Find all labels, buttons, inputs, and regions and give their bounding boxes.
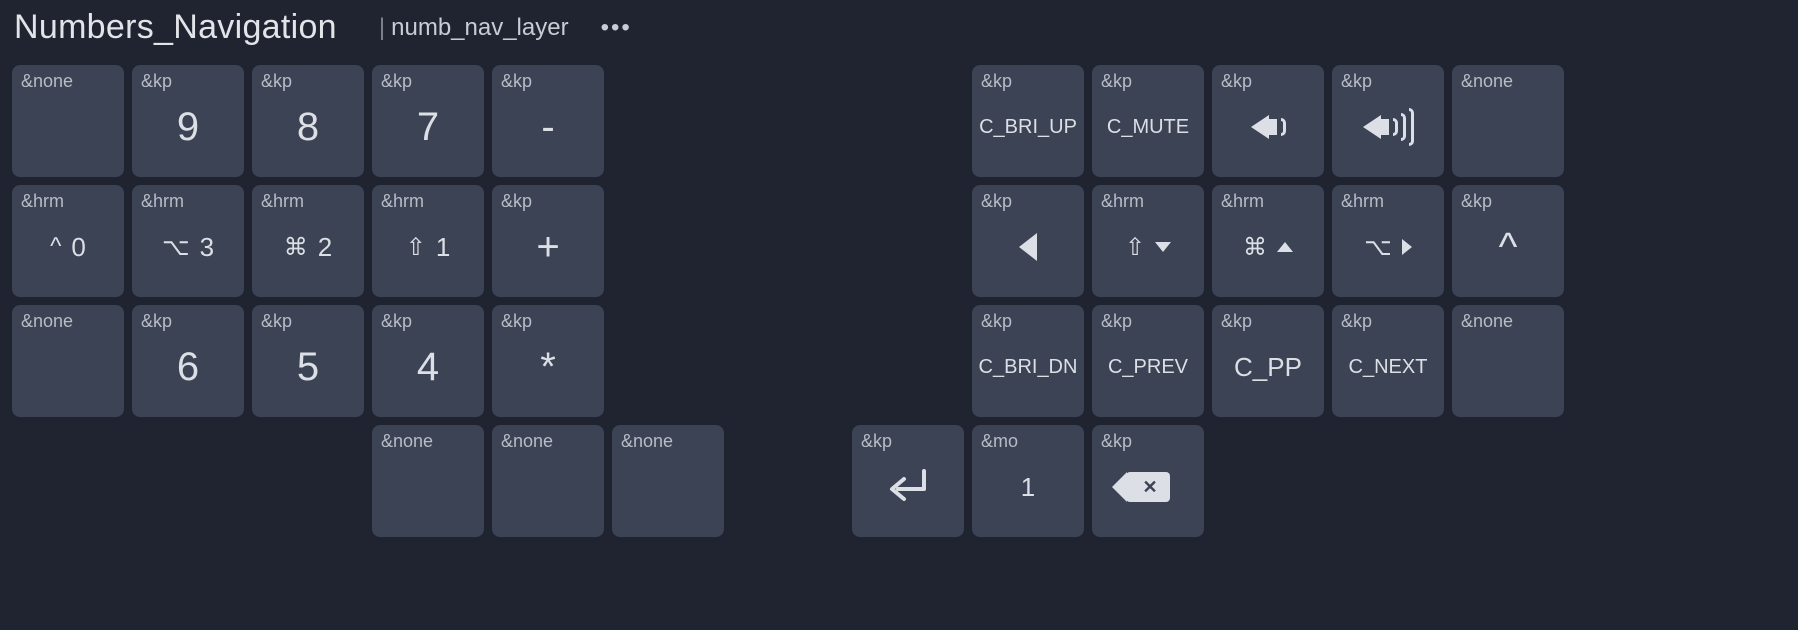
keymap-board: &none &kp 9 &kp 8 &kp 7 &kp - &kp C_BRI_… (12, 65, 1786, 605)
key[interactable]: &kp ✕ (1092, 425, 1204, 537)
key-param: 0 (71, 232, 85, 263)
key-label: 9 (177, 105, 199, 150)
key[interactable]: &kp (972, 185, 1084, 297)
modifier-symbol: ⌥ (1364, 233, 1392, 262)
key-label: C_PP (1234, 352, 1302, 383)
arrow-up-icon (1277, 242, 1293, 252)
key-label: 8 (297, 105, 319, 150)
key[interactable]: &kp - (492, 65, 604, 177)
key-param: 1 (436, 232, 450, 263)
arrow-right-icon (1402, 239, 1412, 255)
key[interactable]: &none (12, 305, 124, 417)
key[interactable]: &kp (1212, 65, 1324, 177)
arrow-down-icon (1155, 242, 1171, 252)
key-label: 7 (417, 105, 439, 150)
layer-identifier: |numb_nav_layer (379, 14, 569, 42)
key[interactable]: &kp C_PREV (1092, 305, 1204, 417)
key[interactable]: &kp ^ (1452, 185, 1564, 297)
modifier-symbol: ⌥ (162, 233, 190, 262)
key[interactable]: &kp C_BRI_UP (972, 65, 1084, 177)
key[interactable]: &none (372, 425, 484, 537)
volume-up-icon (1363, 108, 1414, 146)
key[interactable]: &kp 9 (132, 65, 244, 177)
key-label: ^ (1499, 225, 1518, 270)
key[interactable]: &kp C_PP (1212, 305, 1324, 417)
volume-down-icon (1251, 115, 1286, 139)
layer-title: Numbers_Navigation (14, 8, 337, 47)
key[interactable]: &kp C_BRI_DN (972, 305, 1084, 417)
key[interactable]: &kp 7 (372, 65, 484, 177)
key[interactable]: &none (1452, 305, 1564, 417)
key[interactable]: &none (1452, 65, 1564, 177)
key[interactable]: &kp C_MUTE (1092, 65, 1204, 177)
key-label: C_MUTE (1107, 116, 1189, 139)
modifier-symbol: ^ (50, 233, 61, 261)
key-label: C_BRI_DN (979, 356, 1078, 379)
key-label: 1 (1021, 472, 1035, 503)
key[interactable]: &kp (1332, 65, 1444, 177)
key[interactable]: &kp + (492, 185, 604, 297)
key-label: C_NEXT (1349, 356, 1428, 379)
key[interactable]: &kp 4 (372, 305, 484, 417)
key[interactable]: &kp * (492, 305, 604, 417)
key-label: 5 (297, 345, 319, 390)
key-param: 2 (318, 232, 332, 263)
enter-icon (884, 467, 932, 507)
key-label: - (541, 105, 554, 150)
modifier-symbol: ⌘ (284, 233, 308, 262)
modifier-symbol: ⇧ (406, 233, 426, 262)
key-param: 3 (200, 232, 214, 263)
modifier-symbol: ⌘ (1243, 233, 1267, 262)
key[interactable]: &kp 6 (132, 305, 244, 417)
key[interactable]: &hrm ⌥ (1332, 185, 1444, 297)
key[interactable]: &hrm ^0 (12, 185, 124, 297)
key[interactable]: &hrm ⌥3 (132, 185, 244, 297)
key-label: C_BRI_UP (979, 116, 1077, 139)
backspace-icon: ✕ (1126, 472, 1170, 502)
key[interactable]: &none (12, 65, 124, 177)
layer-menu-button[interactable]: ••• (601, 14, 632, 42)
key[interactable]: &hrm ⌘2 (252, 185, 364, 297)
key[interactable]: &kp 8 (252, 65, 364, 177)
key[interactable]: &kp C_NEXT (1332, 305, 1444, 417)
key[interactable]: &none (612, 425, 724, 537)
key[interactable]: &mo 1 (972, 425, 1084, 537)
key[interactable]: &hrm ⇧1 (372, 185, 484, 297)
key-label: 6 (177, 345, 199, 390)
key[interactable]: &none (492, 425, 604, 537)
key-label: 4 (417, 345, 439, 390)
modifier-symbol: ⇧ (1125, 233, 1145, 262)
key[interactable]: &kp 5 (252, 305, 364, 417)
key[interactable]: &kp (852, 425, 964, 537)
key[interactable]: &hrm ⌘ (1212, 185, 1324, 297)
key-label: + (536, 225, 559, 270)
key[interactable]: &hrm ⇧ (1092, 185, 1204, 297)
key-label: * (540, 345, 556, 390)
key-label: C_PREV (1108, 356, 1188, 379)
arrow-left-icon (1019, 233, 1037, 261)
